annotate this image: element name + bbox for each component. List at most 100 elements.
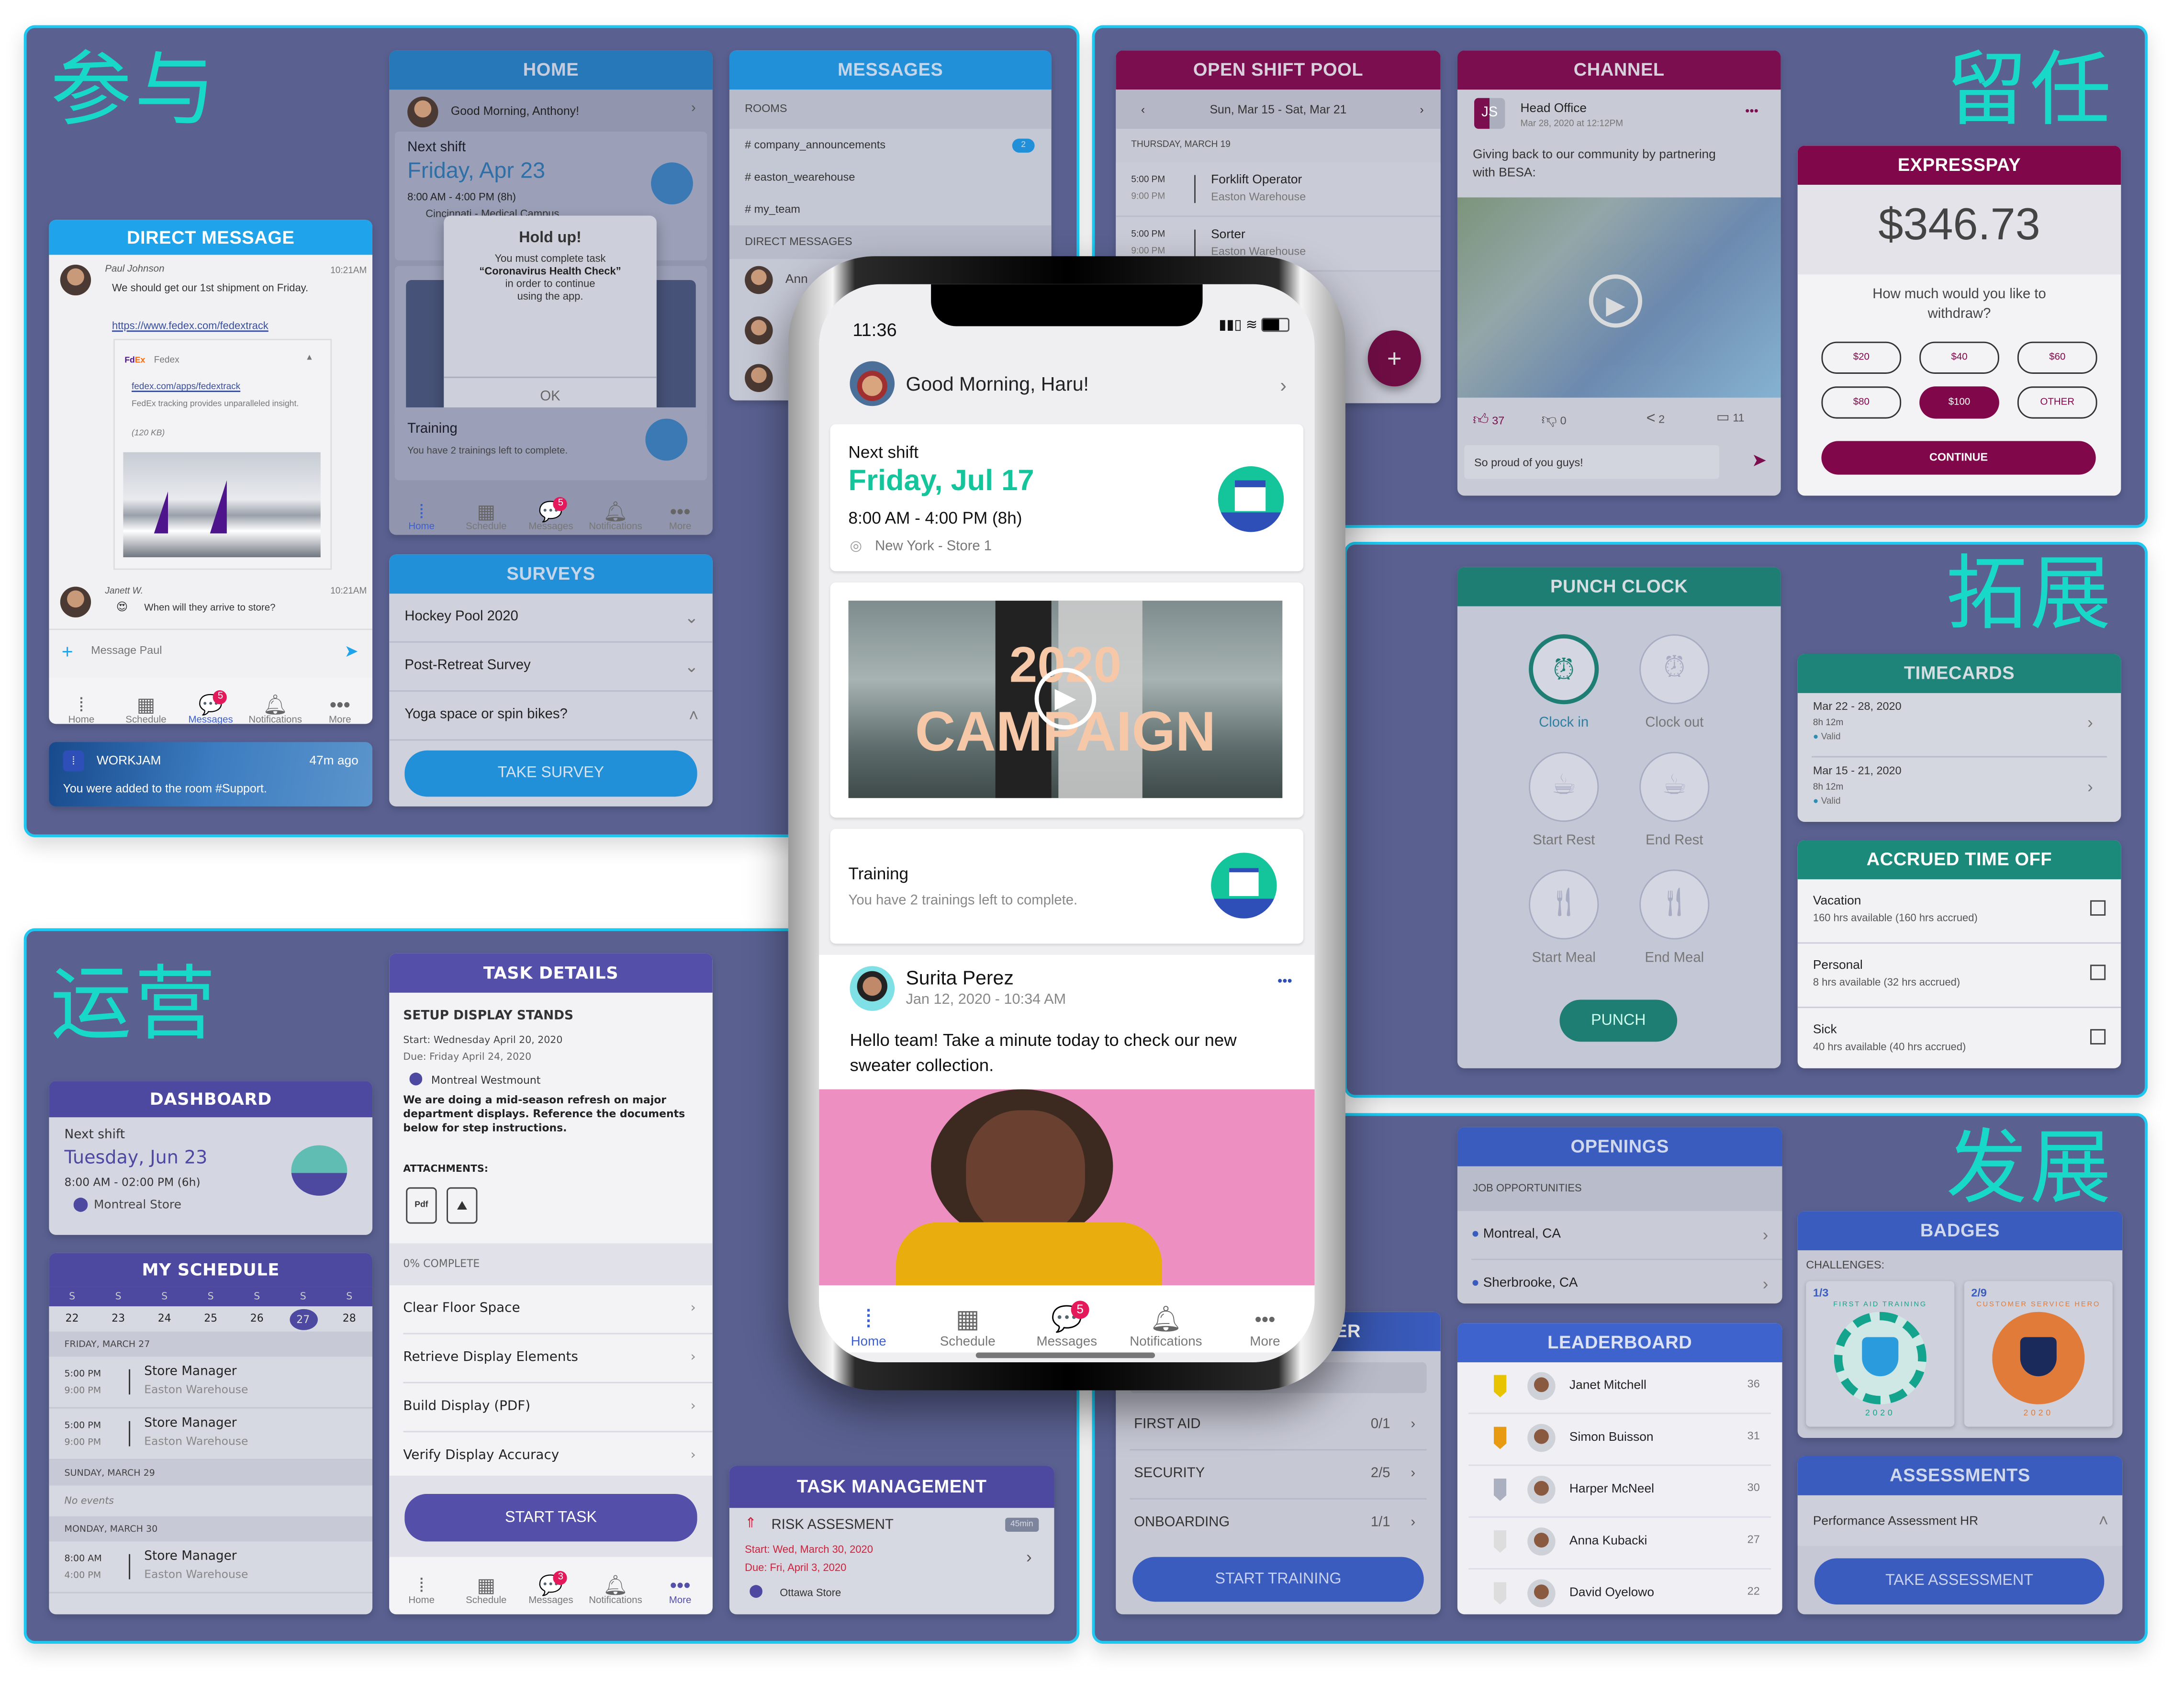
task-step[interactable]: Build Display (PDF) ›: [403, 1383, 713, 1433]
time-off-item[interactable]: Personal 8 hrs available (32 hrs accrued): [1797, 943, 2121, 1008]
push-notification[interactable]: ⁞ WORKJAM 47m ago You were added to the …: [49, 742, 373, 807]
like-button[interactable]: 👍︎ 37: [1473, 410, 1504, 428]
time-off-item[interactable]: Vacation 160 hrs available (160 hrs accru…: [1797, 879, 2121, 944]
preview-link[interactable]: fedex.com/apps/fedextrack: [132, 382, 240, 392]
survey-item[interactable]: Hockey Pool 2020 ⌄: [389, 594, 713, 643]
message-link[interactable]: https://www.fedex.com/fedextrack: [112, 319, 269, 332]
punch-action-start-rest[interactable]: ☕︎ Start Rest: [1526, 752, 1602, 858]
continue-button[interactable]: CONTINUE: [1821, 441, 2096, 475]
collapse-icon[interactable]: ▲: [305, 354, 314, 363]
leaderboard-row[interactable]: Janet Mitchell 36: [1468, 1362, 1771, 1414]
share-button[interactable]: < 2: [1646, 410, 1665, 427]
badge-card[interactable]: 2/9 CUSTOMER SERVICE HERO 2020: [1964, 1281, 2113, 1427]
assessment-item[interactable]: Performance Assessment HR ˄: [1797, 1495, 2123, 1546]
start-task-button[interactable]: START TASK: [404, 1493, 697, 1542]
nav-more[interactable]: ••• More: [1223, 1303, 1307, 1350]
play-icon[interactable]: ▶: [1034, 668, 1097, 729]
next-shift-card[interactable]: Next shift Friday, Jul 17 8:00 AM - 4:00…: [830, 424, 1304, 572]
punch-button[interactable]: PUNCH: [1559, 999, 1678, 1042]
checkbox[interactable]: [2090, 1029, 2106, 1045]
nav-messages[interactable]: 💬 5 Messages: [1025, 1301, 1109, 1350]
nav-messages[interactable]: 💬 3 Messages: [523, 1571, 579, 1606]
chevron-right-icon[interactable]: ›: [691, 101, 696, 116]
link-preview-card[interactable]: FdEx Fedex ▲ fedex.com/apps/fedextrack F…: [113, 338, 332, 570]
nav-schedule[interactable]: ▦ Schedule: [118, 693, 174, 724]
comment-input[interactable]: [1464, 445, 1719, 479]
date[interactable]: 23: [104, 1306, 133, 1332]
time-off-item[interactable]: Sick 40 hrs available (40 hrs accrued): [1798, 1008, 2121, 1068]
punch-action-end-meal[interactable]: 🍴︎ End Meal: [1636, 869, 1712, 976]
nav-messages[interactable]: 💬 5 Messages: [523, 497, 579, 532]
send-icon[interactable]: ➤: [344, 641, 358, 661]
prev-week-icon[interactable]: ‹: [1141, 90, 1145, 129]
dm-name[interactable]: Ann: [785, 271, 808, 285]
training-item[interactable]: ONBOARDING 1/1 ›: [1130, 1500, 1426, 1547]
take-assessment-button[interactable]: TAKE ASSESSMENT: [1814, 1558, 2105, 1605]
training-item[interactable]: SECURITY 2/5 ›: [1130, 1450, 1427, 1500]
nav-schedule[interactable]: ▦ Schedule: [926, 1303, 1010, 1350]
shift-item[interactable]: 5:00 PM 9:00 PM Forklift Operator Easton…: [1116, 162, 1441, 217]
amount-option[interactable]: $60: [2017, 341, 2097, 374]
room-item[interactable]: # my_team: [729, 193, 1052, 225]
task-step[interactable]: Clear Floor Space ›: [403, 1285, 713, 1335]
punch-action-clock-in[interactable]: ⏰︎ Clock in: [1526, 634, 1602, 741]
date[interactable]: 24: [150, 1306, 179, 1332]
nav-more[interactable]: ••• More: [652, 500, 708, 532]
checkbox[interactable]: [2090, 900, 2106, 916]
checkbox[interactable]: [2090, 965, 2106, 980]
message-input[interactable]: [88, 642, 318, 658]
survey-item[interactable]: Post-Retreat Survey ⌄: [389, 643, 713, 692]
image-attachment-icon[interactable]: ⛰: [447, 1187, 478, 1224]
room-item[interactable]: # easton_wearehouse: [729, 161, 1052, 193]
leaderboard-row[interactable]: Anna Kubacki 27: [1468, 1518, 1771, 1570]
nav-more[interactable]: ••• More: [312, 693, 368, 724]
take-survey-button[interactable]: TAKE SURVEY: [404, 750, 697, 797]
task-step[interactable]: Verify Display Accuracy ›: [403, 1432, 713, 1481]
schedule-event[interactable]: 8:00 AM 4:00 PM Store Manager Easton Wareho…: [49, 1541, 373, 1593]
punch-action-start-meal[interactable]: 🍴︎ Start Meal: [1526, 869, 1602, 976]
training-card[interactable]: Training You have 2 trainings left to co…: [394, 407, 707, 481]
nav-home[interactable]: ⁞ Home: [53, 693, 109, 724]
nav-home[interactable]: ⁞ Home: [827, 1303, 911, 1350]
nav-schedule[interactable]: ▦ Schedule: [458, 500, 514, 532]
punch-action-end-rest[interactable]: ☕︎ End Rest: [1636, 752, 1712, 858]
video-card[interactable]: 2020 CAMPAIGN ▶: [830, 582, 1304, 818]
amount-option[interactable]: $80: [1821, 386, 1902, 419]
play-icon[interactable]: ▶: [1589, 274, 1643, 328]
training-item[interactable]: FIRST AID 0/1 ›: [1130, 1402, 1427, 1451]
punch-action-clock-out[interactable]: ⏰︎ Clock out: [1636, 634, 1712, 741]
date[interactable]: 25: [197, 1306, 225, 1332]
nav-home[interactable]: ⁞ Home: [393, 1574, 449, 1606]
nav-schedule[interactable]: ▦ Schedule: [458, 1574, 514, 1606]
schedule-event[interactable]: 5:00 PM 9:00 PM Store Manager Easton Wareho…: [49, 1409, 373, 1460]
leaderboard-row[interactable]: Simon Buisson 31: [1468, 1414, 1771, 1466]
timecard-item[interactable]: Mar 22 - 28, 2020 8h 12m ● Valid ›: [1811, 693, 2107, 758]
nav-home[interactable]: ⁞ Home: [393, 500, 449, 532]
more-options-icon[interactable]: •••: [1277, 975, 1292, 990]
date[interactable]: 26: [243, 1306, 271, 1332]
amount-option[interactable]: OTHER: [2017, 386, 2097, 419]
campaign-video[interactable]: 2020 CAMPAIGN ▶: [848, 600, 1283, 798]
date[interactable]: 28: [336, 1306, 364, 1332]
pdf-attachment-icon[interactable]: Pdf: [406, 1187, 437, 1224]
comments-button[interactable]: ▭ 11: [1716, 410, 1745, 426]
next-week-icon[interactable]: ›: [1420, 90, 1423, 129]
training-card[interactable]: Training You have 2 trainings left to co…: [830, 829, 1304, 944]
date-selected[interactable]: 27: [289, 1308, 317, 1330]
avatar[interactable]: [745, 316, 773, 345]
timecard-item[interactable]: Mar 15 - 21, 2020 8h 12m ● Valid ›: [1812, 757, 2107, 820]
avatar[interactable]: [745, 266, 773, 294]
greeting[interactable]: Good Morning, Anthony!: [451, 103, 579, 117]
room-item[interactable]: # company_announcements 2: [729, 129, 1052, 161]
more-options-icon[interactable]: •••: [1745, 103, 1758, 117]
nav-notifications[interactable]: 🔔︎ Notifications: [587, 500, 643, 532]
dislike-button[interactable]: 👎︎ 0: [1541, 410, 1566, 428]
post-image[interactable]: [819, 1089, 1315, 1286]
send-icon[interactable]: ➤: [1751, 449, 1767, 472]
nav-more[interactable]: ••• More: [652, 1574, 708, 1606]
nav-notifications[interactable]: 🔔︎ Notifications: [1124, 1303, 1208, 1350]
task-title[interactable]: RISK ASSESMENT: [772, 1518, 894, 1533]
opening-item[interactable]: ● Montreal, CA ›: [1471, 1211, 1782, 1260]
badge-card[interactable]: 1/3 FIRST AID TRAINING 2020: [1806, 1281, 1955, 1427]
task-step[interactable]: Retrieve Display Elements ›: [403, 1335, 713, 1383]
